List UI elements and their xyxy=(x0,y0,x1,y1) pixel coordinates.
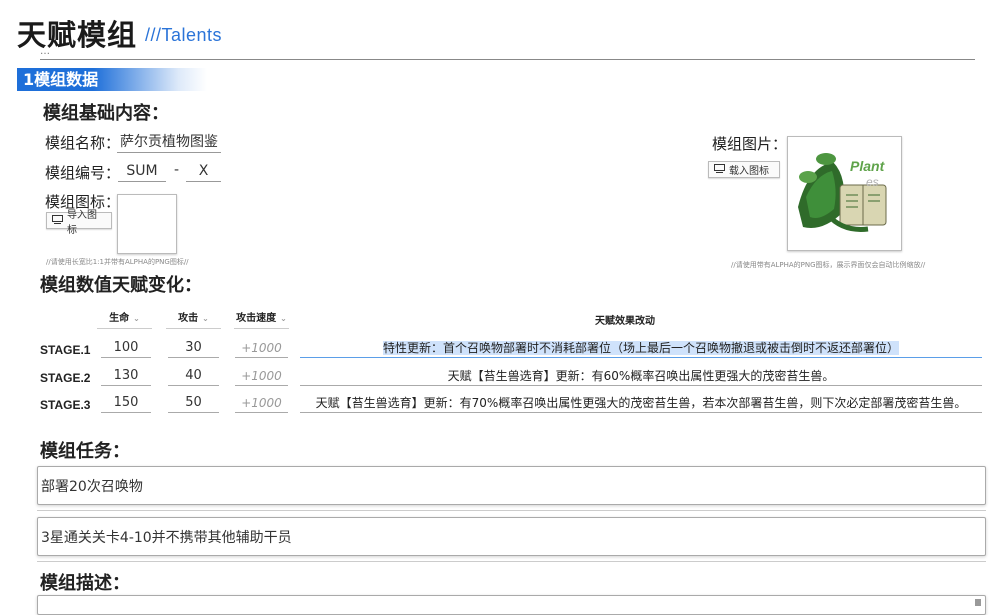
hp-input[interactable]: 150 xyxy=(101,394,151,413)
icon-note: //请使用长宽比1:1并带有ALPHA的PNG图标// xyxy=(46,258,189,266)
plant-book-image: Plant es xyxy=(788,137,901,250)
code-prefix-input[interactable]: SUM xyxy=(118,162,166,182)
module-icon-preview[interactable] xyxy=(117,194,177,254)
code-separator: - xyxy=(174,162,180,178)
effect-text: 天赋【苔生兽选育】更新：有70%概率召唤出属性更强大的茂密苔生兽，若本次部署苔生… xyxy=(315,396,967,410)
atk-input[interactable]: 30 xyxy=(168,339,219,358)
hp-column-header[interactable]: 生命 ⌄ xyxy=(97,309,152,329)
section-banner-module-data: 1模组数据 xyxy=(17,68,207,91)
chevron-down-icon: ⌄ xyxy=(202,314,209,323)
chevron-down-icon: ⌄ xyxy=(133,314,140,323)
stage-label: STAGE.3 xyxy=(40,398,91,412)
name-label: 模组名称： xyxy=(45,134,121,152)
page-title-en: ///Talents xyxy=(145,25,223,45)
effect-input[interactable]: 天赋【苔生兽选育】更新：有70%概率召唤出属性更强大的茂密苔生兽，若本次部署苔生… xyxy=(300,394,982,413)
description-input[interactable] xyxy=(37,595,986,615)
speed-column-label: 攻击速度 xyxy=(236,313,277,324)
code-label: 模组编号： xyxy=(45,164,121,182)
monitor-icon xyxy=(714,163,725,176)
image-text-line2: es xyxy=(866,175,879,189)
top-hint-field[interactable]: … xyxy=(40,45,975,60)
effect-input[interactable]: 特性更新：首个召唤物部署时不消耗部署位（场上最后一个召唤物撤退或被击倒时不返还部… xyxy=(300,339,982,358)
speed-input[interactable]: +1000 xyxy=(235,367,288,386)
image-text-line1: Plant xyxy=(850,158,886,174)
effect-text: 特性更新：首个召唤物部署时不消耗部署位（场上最后一个召唤物撤退或被击倒时不返还部… xyxy=(382,341,899,355)
divider xyxy=(37,560,986,562)
effect-input[interactable]: 天赋【苔生兽选育】更新：有60%概率召唤出属性更强大的茂密苔生兽。 xyxy=(300,367,982,386)
import-icon xyxy=(52,214,63,227)
hp-column-label: 生命 xyxy=(109,313,130,324)
hp-input[interactable]: 100 xyxy=(101,339,151,358)
module-image-preview[interactable]: Plant es xyxy=(787,136,902,251)
import-icon-button-label: 导入图标 xyxy=(67,209,97,236)
effect-text: 天赋【苔生兽选育】更新：有60%概率召唤出属性更强大的茂密苔生兽。 xyxy=(447,369,835,383)
task-text: 部署20次召唤物 xyxy=(41,478,143,495)
task-text: 3星通关关卡4-10并不携带其他辅助干员 xyxy=(41,529,292,546)
atk-input[interactable]: 50 xyxy=(168,394,219,413)
stage-label: STAGE.2 xyxy=(40,371,91,385)
atk-column-header[interactable]: 攻击 ⌄ xyxy=(166,309,221,329)
top-hint-text: … xyxy=(40,46,50,57)
effect-column-header: 天赋效果改动 xyxy=(595,316,655,327)
speed-input[interactable]: +1000 xyxy=(235,394,288,413)
name-input[interactable]: 萨尔贡植物图鉴 xyxy=(117,133,221,153)
speed-input[interactable]: +1000 xyxy=(235,339,288,358)
tasks-heading: 模组任务： xyxy=(40,441,130,462)
hp-input[interactable]: 130 xyxy=(101,367,151,386)
stage-label: STAGE.1 xyxy=(40,343,91,357)
code-input[interactable]: X xyxy=(186,162,221,182)
description-heading: 模组描述： xyxy=(40,573,130,594)
task-input-1[interactable]: 部署20次召唤物 xyxy=(37,466,986,505)
atk-column-label: 攻击 xyxy=(178,313,199,324)
task-input-2[interactable]: 3星通关关卡4-10并不携带其他辅助干员 xyxy=(37,517,986,556)
image-note: //请使用带有ALPHA的PNG图标，展示界面仅会自动比例缩放// xyxy=(731,261,926,269)
load-image-button-label: 载入图标 xyxy=(729,166,769,177)
load-image-button[interactable]: 载入图标 xyxy=(708,161,780,178)
import-icon-button[interactable]: 导入图标 xyxy=(46,210,112,236)
divider xyxy=(37,509,986,511)
image-label: 模组图片： xyxy=(712,135,788,153)
scrollbar-thumb[interactable] xyxy=(975,599,981,606)
atk-input[interactable]: 40 xyxy=(168,367,219,386)
chevron-down-icon: ⌄ xyxy=(280,314,287,323)
basic-heading: 模组基础内容： xyxy=(43,103,169,124)
talents-heading: 模组数值天赋变化： xyxy=(40,275,202,296)
speed-column-header[interactable]: 攻击速度 ⌄ xyxy=(234,309,289,329)
